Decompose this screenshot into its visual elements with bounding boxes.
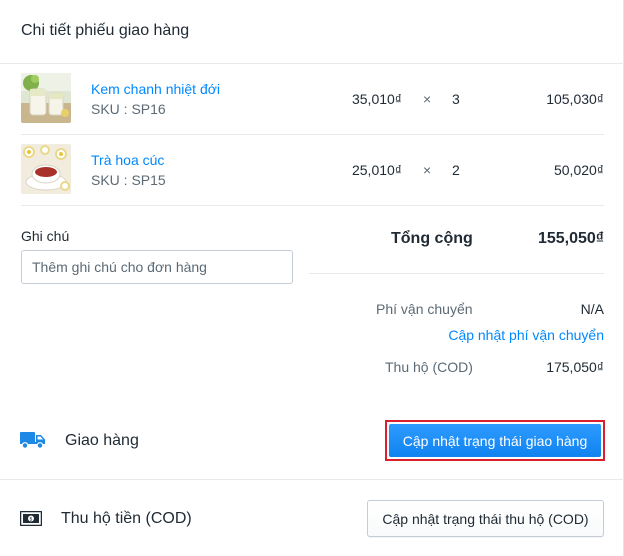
product-name-link[interactable]: Trà hoa cúc — [91, 152, 164, 168]
cod-label: Thu hộ (COD) — [385, 359, 473, 375]
shipment-detail-panel: Chi tiết phiếu giao hàng Kem chanh nhiệt… — [0, 0, 624, 556]
update-delivery-status-button[interactable]: Cập nhật trạng thái giao hàng — [389, 424, 601, 457]
note-label: Ghi chú — [21, 228, 70, 244]
line-total: 50,020₫ — [553, 162, 604, 178]
svg-text:$: $ — [29, 517, 32, 523]
product-sku: SKU : SP16 — [91, 101, 166, 117]
product-name-link[interactable]: Kem chanh nhiệt đới — [91, 81, 220, 97]
item-divider — [21, 205, 604, 206]
item-divider — [21, 134, 604, 135]
unit-price: 35,010₫ — [351, 91, 402, 107]
panel-title: Chi tiết phiếu giao hàng — [21, 22, 190, 39]
cash-icon: $ — [19, 510, 43, 531]
summary-divider — [309, 273, 604, 274]
multiply-sign: × — [423, 162, 432, 178]
product-thumbnail-kem-chanh[interactable] — [21, 73, 71, 123]
product-thumbnail-tra-hoa-cuc[interactable] — [21, 144, 71, 194]
product-sku: SKU : SP15 — [91, 172, 166, 188]
shipping-fee-value: N/A — [580, 301, 604, 317]
product-image — [21, 73, 71, 123]
delivery-label: Giao hàng — [65, 432, 139, 449]
note-input[interactable] — [21, 250, 293, 284]
truck-icon — [20, 431, 46, 454]
quantity: 2 — [452, 162, 460, 178]
line-total: 105,030₫ — [546, 91, 604, 107]
title-divider — [0, 63, 624, 64]
cod-value: 175,050₫ — [546, 359, 604, 375]
cod-section-label: Thu hộ tiền (COD) — [61, 510, 192, 527]
total-value: 155,050₫ — [537, 230, 604, 247]
unit-price: 25,010₫ — [351, 162, 402, 178]
quantity: 3 — [452, 91, 460, 107]
product-image — [21, 144, 71, 194]
multiply-sign: × — [423, 91, 432, 107]
update-shipping-fee-link[interactable]: Cập nhật phí vận chuyển — [420, 327, 604, 343]
shipping-fee-label: Phí vận chuyển — [376, 301, 473, 317]
total-label: Tổng cộng — [391, 230, 473, 247]
section-divider — [0, 479, 624, 480]
highlight-frame: Cập nhật trạng thái giao hàng — [385, 420, 605, 461]
update-cod-status-button[interactable]: Cập nhật trạng thái thu hộ (COD) — [367, 500, 604, 537]
